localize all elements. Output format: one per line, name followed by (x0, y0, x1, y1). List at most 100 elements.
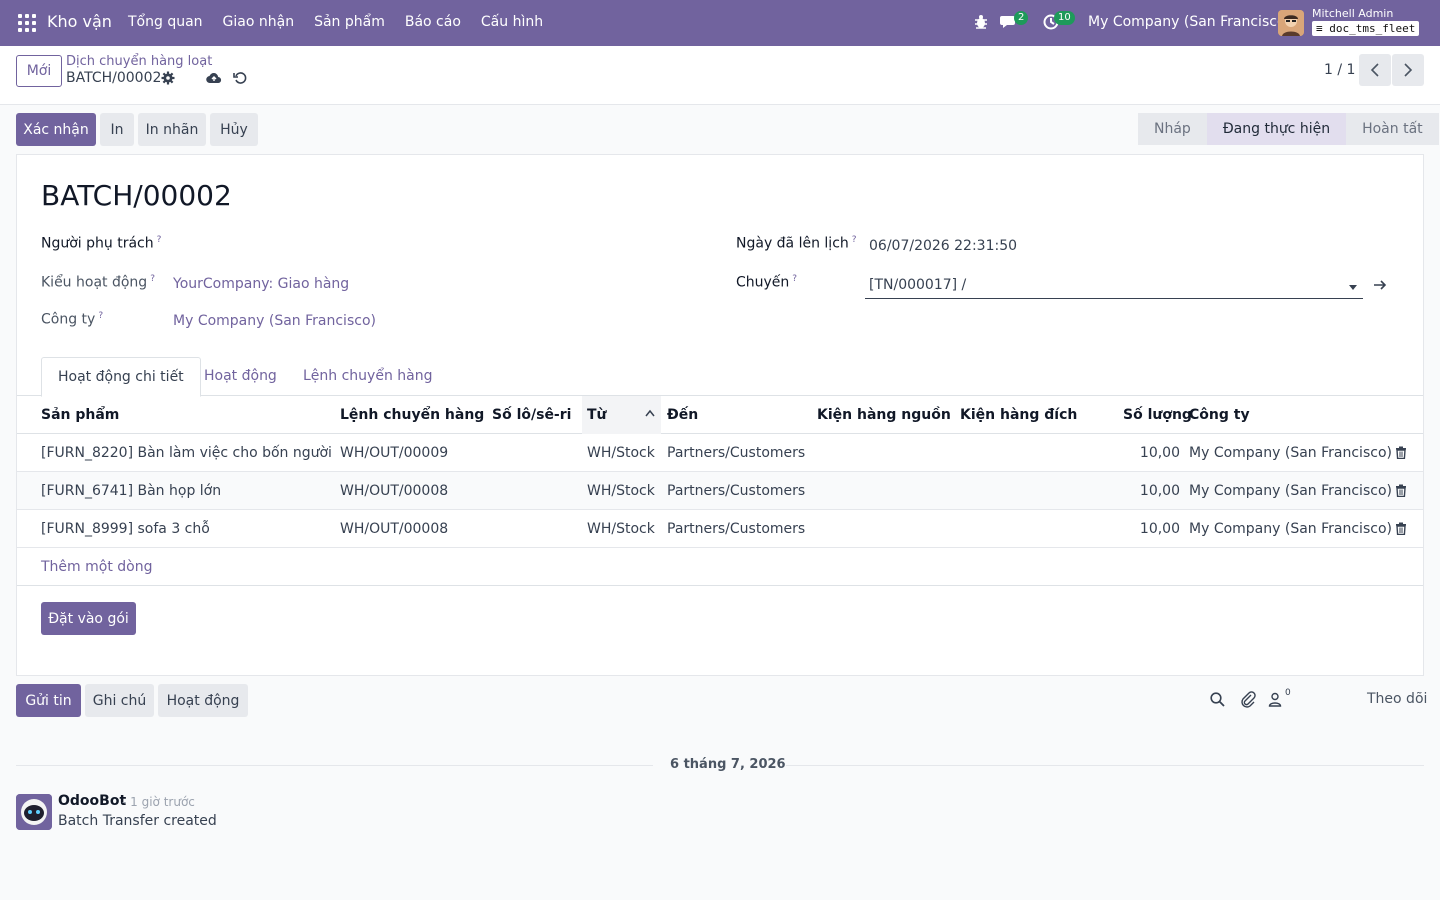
cell-to[interactable]: Partners/Customers (667, 472, 805, 510)
help-icon[interactable]: ? (98, 311, 103, 321)
cell-quantity[interactable]: 10,00 (1117, 510, 1180, 548)
date-separator: 6 tháng 7, 2026 (670, 757, 786, 772)
trash-icon[interactable] (1395, 522, 1407, 535)
chevron-right-icon (1404, 63, 1413, 77)
table-row[interactable]: [FURN_8999] sofa 3 chỗ WH/OUT/00008 WH/S… (17, 510, 1423, 548)
help-icon[interactable]: ? (852, 235, 857, 245)
cell-transfer[interactable]: WH/OUT/00009 (340, 434, 448, 472)
stage-done[interactable]: Hoàn tất (1346, 113, 1439, 145)
top-navbar: Kho vận Tổng quan Giao nhận Sản phẩm Báo… (0, 0, 1440, 46)
col-transfer[interactable]: Lệnh chuyển hàng (340, 396, 484, 434)
caret-down-icon[interactable] (1349, 285, 1357, 290)
message-body: Batch Transfer created (58, 813, 217, 829)
cell-from[interactable]: WH/Stock (587, 472, 655, 510)
arrow-right-icon[interactable] (1373, 279, 1387, 291)
cell-quantity[interactable]: 10,00 (1117, 472, 1180, 510)
gear-icon[interactable] (161, 71, 175, 85)
put-in-pack-button[interactable]: Đặt vào gói (41, 602, 136, 635)
col-quantity[interactable]: Số lượng (1123, 396, 1192, 434)
discard-icon[interactable] (233, 71, 247, 85)
menu-item-reporting[interactable]: Báo cáo (405, 14, 461, 30)
menu-item-configuration[interactable]: Cấu hình (481, 14, 543, 30)
cloud-save-icon[interactable] (206, 71, 222, 85)
col-lot[interactable]: Số lô/sê-ri (492, 396, 571, 434)
chevron-left-icon (1370, 63, 1379, 77)
trip-label: Chuyến? (736, 274, 798, 291)
cell-to[interactable]: Partners/Customers (667, 510, 805, 548)
print-button[interactable]: In (100, 113, 134, 146)
breadcrumb-parent[interactable]: Dịch chuyển hàng loạt (66, 54, 212, 69)
company-switcher[interactable]: My Company (San Francisco) (1088, 14, 1291, 30)
database-tag: ≡ doc_tms_fleet (1312, 21, 1420, 36)
stage-in-progress[interactable]: Đang thực hiện (1206, 113, 1347, 145)
log-note-button[interactable]: Ghi chú (85, 684, 154, 717)
cell-product[interactable]: [FURN_8220] Bàn làm việc cho bốn người (41, 434, 332, 472)
menu-item-products[interactable]: Sản phẩm (314, 14, 385, 30)
trash-icon[interactable] (1395, 484, 1407, 497)
followers-icon[interactable] (1268, 692, 1282, 707)
help-icon[interactable]: ? (792, 274, 797, 284)
table-row[interactable]: [FURN_8220] Bàn làm việc cho bốn người W… (17, 434, 1423, 472)
app-brand[interactable]: Kho vận (47, 12, 112, 31)
trip-input[interactable]: [TN/000017] / (865, 274, 1363, 299)
add-line-link[interactable]: Thêm một dòng (41, 548, 152, 586)
col-to[interactable]: Đến (667, 396, 698, 434)
col-from[interactable]: Từ (582, 396, 661, 434)
tab-detailed-operations[interactable]: Hoạt động chi tiết (41, 357, 201, 397)
cell-transfer[interactable]: WH/OUT/00008 (340, 510, 448, 548)
cell-from[interactable]: WH/Stock (587, 434, 655, 472)
cell-company[interactable]: My Company (San Francisco) (1189, 472, 1392, 510)
bug-icon[interactable] (974, 14, 988, 30)
responsible-label: Người phụ trách? (41, 235, 162, 252)
help-icon[interactable]: ? (157, 235, 162, 245)
trip-value: [TN/000017] / (869, 277, 967, 293)
trash-icon[interactable] (1395, 446, 1407, 459)
send-message-button[interactable]: Gửi tin (16, 684, 81, 717)
menu-item-overview[interactable]: Tổng quan (128, 14, 203, 30)
cell-transfer[interactable]: WH/OUT/00008 (340, 472, 448, 510)
col-destination-package[interactable]: Kiện hàng đích (960, 396, 1077, 434)
paperclip-icon[interactable] (1240, 691, 1256, 708)
date-separator-line (786, 765, 1424, 766)
tab-transfers[interactable]: Lệnh chuyển hàng (287, 357, 449, 396)
cell-to[interactable]: Partners/Customers (667, 434, 805, 472)
main-menu: Tổng quan Giao nhận Sản phẩm Báo cáo Cấu… (128, 14, 563, 30)
col-product[interactable]: Sản phẩm (41, 396, 119, 434)
cell-quantity[interactable]: 10,00 (1117, 434, 1180, 472)
user-avatar[interactable] (1278, 10, 1304, 36)
odoobot-avatar[interactable] (16, 794, 52, 830)
table-row[interactable]: [FURN_6741] Bàn họp lớn WH/OUT/00008 WH/… (17, 472, 1423, 510)
col-source-package[interactable]: Kiện hàng nguồn (817, 396, 951, 434)
user-name[interactable]: Mitchell Admin (1312, 7, 1393, 20)
pager-previous-button[interactable] (1359, 54, 1391, 86)
cell-product[interactable]: [FURN_6741] Bàn họp lớn (41, 472, 221, 510)
tab-operations[interactable]: Hoạt động (188, 357, 293, 396)
operation-type-value[interactable]: YourCompany: Giao hàng (173, 276, 349, 292)
message-author[interactable]: OdooBot (58, 793, 126, 809)
pager-value[interactable]: 1 / 1 (1324, 62, 1355, 78)
followers-count: 0 (1285, 688, 1291, 698)
stage-draft[interactable]: Nháp (1138, 113, 1207, 145)
follow-button[interactable]: Theo dõi (1367, 691, 1427, 707)
cancel-button[interactable]: Hủy (210, 113, 258, 146)
company-value[interactable]: My Company (San Francisco) (173, 313, 376, 329)
notebook-tabs: Hoạt động chi tiết Hoạt động Lệnh chuyển… (17, 357, 1423, 397)
apps-menu-icon[interactable] (18, 14, 36, 32)
new-button[interactable]: Mới (16, 55, 62, 87)
cell-from[interactable]: WH/Stock (587, 510, 655, 548)
pager-next-button[interactable] (1392, 54, 1424, 86)
print-labels-button[interactable]: In nhãn (138, 113, 206, 146)
search-icon[interactable] (1210, 692, 1225, 707)
col-company[interactable]: Công ty (1189, 396, 1250, 434)
confirm-button[interactable]: Xác nhận (16, 113, 96, 146)
operation-type-label: Kiểu hoạt động? (41, 274, 155, 291)
activities-button[interactable]: Hoạt động (158, 684, 248, 717)
help-icon[interactable]: ? (150, 274, 155, 284)
record-title[interactable]: BATCH/00002 (41, 179, 232, 212)
cell-company[interactable]: My Company (San Francisco) (1189, 434, 1392, 472)
move-lines-table: Sản phẩm Lệnh chuyển hàng Số lô/sê-ri Từ… (17, 396, 1423, 586)
cell-product[interactable]: [FURN_8999] sofa 3 chỗ (41, 510, 210, 548)
cell-company[interactable]: My Company (San Francisco) (1189, 510, 1392, 548)
menu-item-operations[interactable]: Giao nhận (223, 14, 295, 30)
status-bar: Nháp Đang thực hiện Hoàn tất (1138, 113, 1439, 145)
